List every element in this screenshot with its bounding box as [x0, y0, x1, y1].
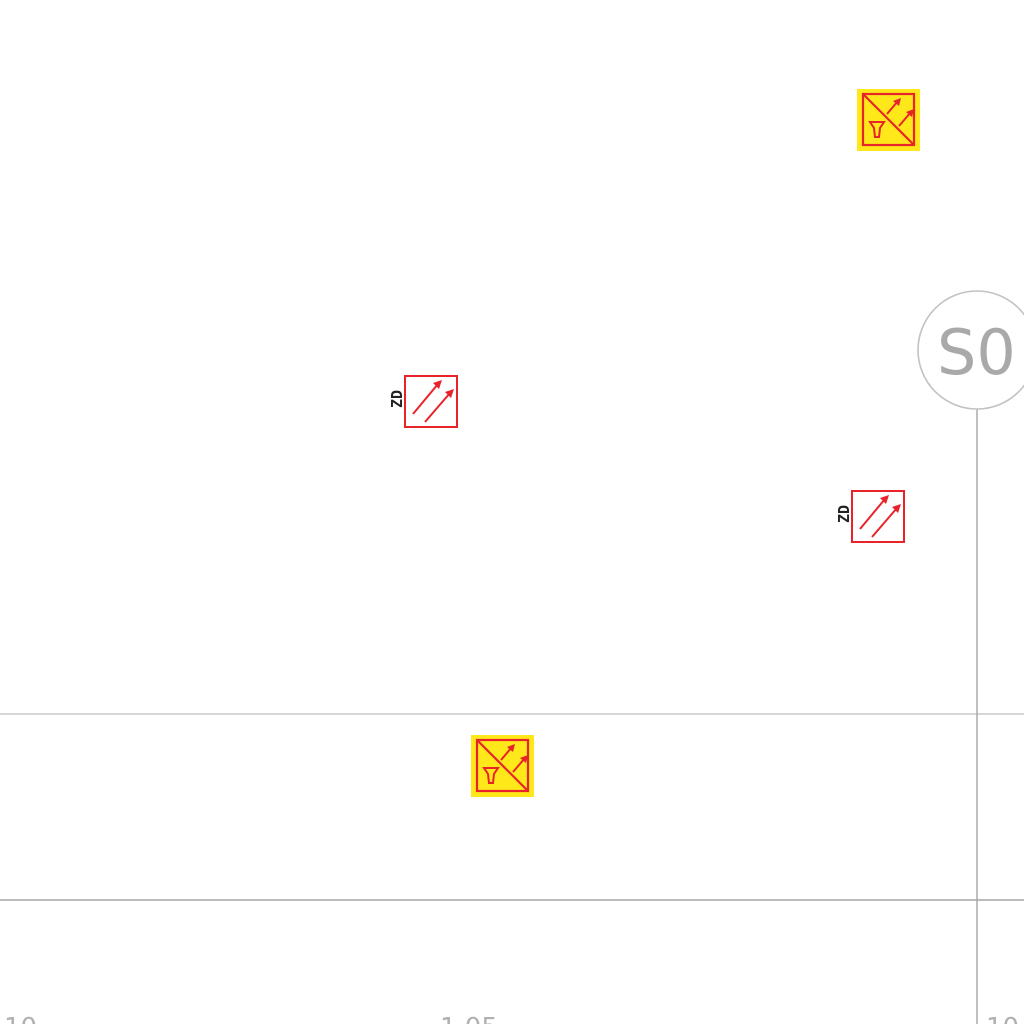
dimension-label: 10 — [986, 1013, 1019, 1024]
emergency-exit-light-icon[interactable] — [857, 89, 920, 151]
emergency-exit-light-icon[interactable] — [471, 735, 534, 797]
directional-sign-icon[interactable] — [404, 375, 458, 428]
axis-bubble-label: S0 — [937, 316, 1016, 389]
directional-sign-icon[interactable] — [851, 490, 905, 543]
floor-plan-canvas[interactable]: S0 ZD ZD 10 1.0 — [0, 0, 1024, 1024]
dimension-label: 10 — [4, 1013, 37, 1024]
dimension-label: 1.05 — [440, 1013, 498, 1024]
sign-tag-zd-1: ZD — [388, 390, 406, 408]
axis-bubble-s0[interactable]: S0 — [917, 290, 1024, 410]
sign-tag-zd-2: ZD — [835, 505, 853, 523]
